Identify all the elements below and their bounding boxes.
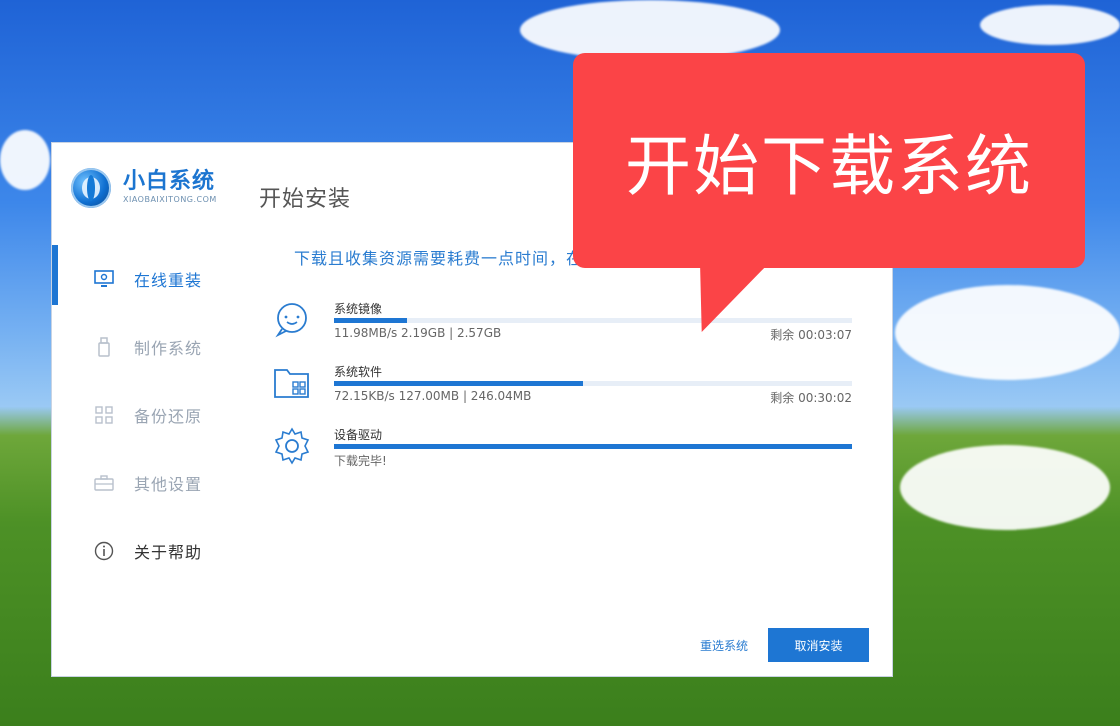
sidebar: 在线重装 制作系统 备份还原 其他设置 关于帮助 (52, 245, 252, 585)
cancel-install-button[interactable]: 取消安装 (768, 628, 869, 662)
sidebar-item-label: 制作系统 (134, 339, 203, 358)
sidebar-item-label: 关于帮助 (134, 543, 203, 562)
page-title: 开始安装 (259, 187, 352, 212)
callout-text: 开始下载系统 (625, 127, 1033, 205)
progress-bar (334, 381, 852, 386)
sidebar-item-label: 其他设置 (134, 475, 203, 494)
progress-bar (334, 444, 852, 449)
reselect-system-button[interactable]: 重选系统 (700, 637, 748, 654)
task-name: 系统软件 (334, 365, 383, 379)
brand-logo: 小白系统 XIAOBAIXITONG.COM (71, 168, 217, 208)
gear-icon (272, 426, 312, 466)
sky-cloud (895, 285, 1120, 380)
sidebar-item-label: 备份还原 (134, 407, 203, 426)
sidebar-item-about-help[interactable]: 关于帮助 (52, 517, 252, 585)
task-name: 系统镜像 (334, 302, 383, 316)
briefcase-icon (94, 473, 114, 493)
brand-url: XIAOBAIXITONG.COM (123, 195, 217, 204)
logo-icon (71, 168, 111, 208)
task-name: 设备驱动 (334, 428, 383, 442)
usb-icon (94, 337, 114, 357)
sidebar-item-label: 在线重装 (134, 271, 203, 290)
task-stats: 72.15KB/s 127.00MB | 246.04MB (334, 389, 532, 403)
callout-banner: 开始下载系统 (573, 53, 1085, 268)
sidebar-item-make-system[interactable]: 制作系统 (52, 313, 252, 381)
sky-cloud (900, 445, 1110, 530)
sky-cloud (520, 0, 780, 60)
info-icon (94, 541, 114, 561)
sidebar-item-other-settings[interactable]: 其他设置 (52, 449, 252, 517)
progress-fill (334, 444, 852, 449)
smile-face-icon (272, 300, 312, 340)
sidebar-item-online-reinstall[interactable]: 在线重装 (52, 245, 252, 313)
sidebar-item-backup-restore[interactable]: 备份还原 (52, 381, 252, 449)
task-remaining-time: 剩余 00:30:02 (770, 391, 852, 405)
task-stats: 下载完毕! (334, 454, 387, 468)
monitor-icon (94, 269, 114, 289)
task-stats: 11.98MB/s 2.19GB | 2.57GB (334, 326, 502, 340)
folder-apps-icon (272, 363, 312, 403)
grid-icon (94, 405, 114, 425)
task-remaining-time: 剩余 00:03:07 (770, 328, 852, 342)
sky-cloud (0, 130, 50, 190)
progress-fill (334, 381, 583, 386)
download-info-text: 下载且收集资源需要耗费一点时间，在 (294, 249, 584, 268)
brand-name: 小白系统 (123, 169, 216, 194)
progress-bar (334, 318, 852, 323)
sky-cloud (980, 5, 1120, 45)
progress-fill (334, 318, 407, 323)
